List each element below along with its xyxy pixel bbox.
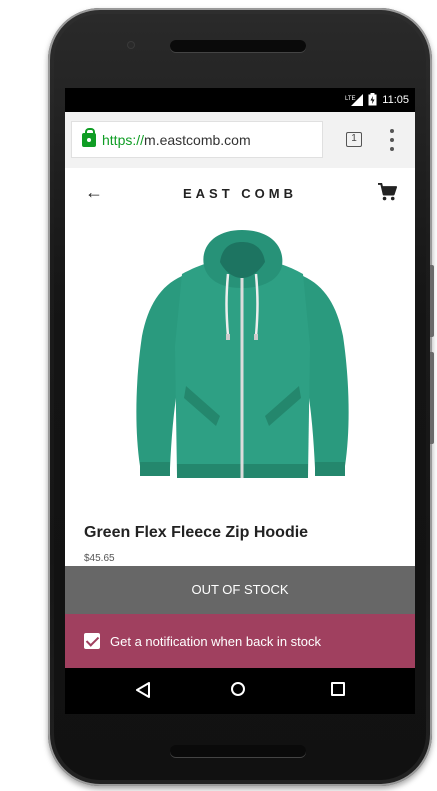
- url-scheme: https://: [102, 131, 145, 148]
- power-button: [430, 265, 434, 337]
- volume-button: [430, 352, 434, 444]
- url-host: m.eastcomb.com: [144, 131, 251, 148]
- phone-screen: LTE 11:05 https://m.eastcomb.com 1 ← EAS…: [65, 88, 415, 714]
- nav-back-icon[interactable]: [135, 682, 151, 698]
- url-field[interactable]: https://m.eastcomb.com: [71, 121, 323, 158]
- notify-back-in-stock[interactable]: Get a notification when back in stock: [65, 614, 415, 668]
- product-price: $45.65: [84, 553, 115, 564]
- svg-text:LTE: LTE: [345, 96, 356, 102]
- tab-switcher-button[interactable]: 1: [346, 132, 362, 147]
- lock-icon: [82, 127, 96, 147]
- battery-icon: [368, 93, 377, 106]
- browser-toolbar: https://m.eastcomb.com 1: [65, 112, 415, 168]
- brand-title: EAST COMB: [183, 186, 297, 201]
- signal-icon: LTE: [345, 93, 364, 106]
- nav-home-icon[interactable]: [231, 682, 245, 696]
- top-speaker: [170, 40, 306, 52]
- out-of-stock-banner: OUT OF STOCK: [65, 566, 415, 614]
- notify-label: Get a notification when back in stock: [110, 633, 322, 649]
- status-bar: LTE 11:05: [65, 88, 415, 112]
- overflow-menu-icon[interactable]: [390, 129, 394, 151]
- app-header: ← EAST COMB: [65, 168, 415, 216]
- clock-text: 11:05: [382, 93, 409, 106]
- shopping-cart-icon[interactable]: [377, 183, 397, 201]
- android-nav-bar: [65, 668, 415, 714]
- nav-recents-icon[interactable]: [331, 682, 345, 696]
- front-camera: [128, 42, 134, 48]
- notify-checkbox[interactable]: [84, 633, 100, 649]
- product-image[interactable]: [120, 226, 365, 488]
- bottom-speaker: [170, 745, 306, 757]
- product-title: Green Flex Fleece Zip Hoodie: [84, 524, 309, 541]
